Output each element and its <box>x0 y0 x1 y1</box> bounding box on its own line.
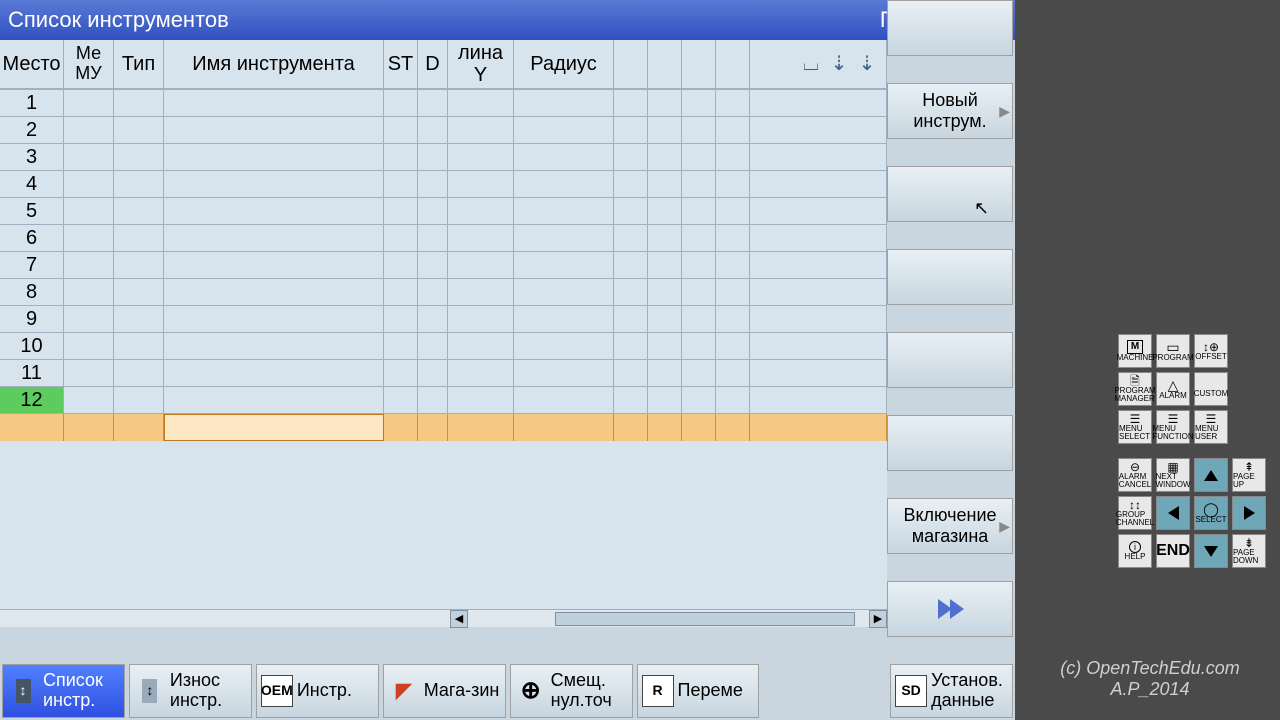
title-left: Список инструментов <box>8 7 229 33</box>
right-panel: MMACHINE ▭PROGRAM ↕⊕OFFSET 🗎PROGRAM MANA… <box>1015 0 1280 720</box>
kp-program[interactable]: ▭PROGRAM <box>1156 334 1190 368</box>
tool-name-input[interactable] <box>164 414 384 441</box>
kp-alarm-cancel[interactable]: ⊖ALARM CANCEL <box>1118 458 1152 492</box>
softkey-r3[interactable] <box>887 166 1013 222</box>
tool-table: Место Ме МУ Тип Имя инструмента ST D лин… <box>0 40 887 627</box>
col-memu: Ме МУ <box>64 40 114 88</box>
kp-next-window[interactable]: ▦NEXT WINDOW <box>1156 458 1190 492</box>
kp-program-manager[interactable]: 🗎PROGRAM MANAGER <box>1118 372 1152 406</box>
kp-custom[interactable]: CUSTOM <box>1194 372 1228 406</box>
arrow-down-icon <box>1204 546 1218 557</box>
col-mesto: Место <box>0 40 64 88</box>
table-row[interactable]: 11 <box>0 360 887 387</box>
table-row[interactable]: 6 <box>0 225 887 252</box>
keypad: MMACHINE ▭PROGRAM ↕⊕OFFSET 🗎PROGRAM MANA… <box>1118 334 1266 568</box>
softkey-r7-magazine[interactable]: Включение магазина▶ <box>887 498 1013 554</box>
table-row[interactable]: 9 <box>0 306 887 333</box>
softkeys-right: Новый инструм.▶ Включение магазина▶ <box>887 40 1015 664</box>
table-row[interactable]: 2 <box>0 117 887 144</box>
col-misc2 <box>648 40 682 88</box>
origin-icon: ⊕ <box>515 675 547 707</box>
coolant1-icon: ⇣ <box>826 51 852 77</box>
kp-help[interactable]: iHELP <box>1118 534 1152 568</box>
arrow-up-icon <box>1204 470 1218 481</box>
col-st: ST <box>384 40 418 88</box>
kp-alarm[interactable]: △ALARM <box>1156 372 1190 406</box>
softkey-b2-tool-wear[interactable]: ↕ Износ инстр. <box>129 664 252 718</box>
softkey-b3-oem-tool[interactable]: OEM Инстр. <box>256 664 379 718</box>
table-row[interactable]: 12 <box>0 387 887 414</box>
table-row[interactable]: 8 <box>0 279 887 306</box>
kp-group-channel[interactable]: ↕↕GROUP CHANNEL <box>1118 496 1152 530</box>
table-row[interactable]: 4 <box>0 171 887 198</box>
kp-up[interactable] <box>1194 458 1228 492</box>
col-tinay: лина Y <box>448 40 514 88</box>
softkey-r8-continue[interactable] <box>887 581 1013 637</box>
scroll-left-button[interactable]: ◀ <box>450 610 468 628</box>
softkey-b4-magazine[interactable]: ◤ Мага-зин <box>383 664 506 718</box>
empty-area <box>0 441 887 609</box>
table-row[interactable]: 1 <box>0 90 887 117</box>
kp-page-up[interactable]: ⇞PAGE UP <box>1232 458 1266 492</box>
scroll-right-button[interactable]: ▶ <box>869 610 887 628</box>
kp-left[interactable] <box>1156 496 1190 530</box>
softkey-r2-new-tool[interactable]: Новый инструм.▶ <box>887 83 1013 139</box>
kp-menu-user[interactable]: ☰MENU USER <box>1194 410 1228 444</box>
title-bar: Список инструментов Память ЧПУ <box>0 0 1015 40</box>
col-name: Имя инструмента <box>164 40 384 88</box>
softkey-r5[interactable] <box>887 332 1013 388</box>
coolant2-icon: ⇣ <box>854 51 880 77</box>
softkey-r6[interactable] <box>887 415 1013 471</box>
scroll-thumb[interactable] <box>555 612 855 626</box>
kp-page-down[interactable]: ⇟PAGE DOWN <box>1232 534 1266 568</box>
kp-machine[interactable]: MMACHINE <box>1118 334 1152 368</box>
arrow-left-icon <box>1168 506 1179 520</box>
horizontal-scrollbar[interactable]: ◀ ▶ <box>0 609 887 627</box>
col-misc1 <box>614 40 648 88</box>
table-row[interactable]: 7 <box>0 252 887 279</box>
col-icons: ⌴ ⇣ ⇣ <box>750 40 887 88</box>
softkey-b7-setting-data[interactable]: SD Установ. данные <box>890 664 1013 718</box>
table-row[interactable]: 10 <box>0 333 887 360</box>
seat-icon: ⌴ <box>798 51 824 77</box>
oem-icon: OEM <box>261 675 293 707</box>
sd-icon: SD <box>895 675 927 707</box>
tool-wear-icon: ↕ <box>134 675 166 707</box>
softkey-b1-tool-list[interactable]: ↕ Список инстр. <box>2 664 125 718</box>
col-d: D <box>418 40 448 88</box>
kp-offset[interactable]: ↕⊕OFFSET <box>1194 334 1228 368</box>
magazine-icon: ◤ <box>388 675 420 707</box>
column-headers: Место Ме МУ Тип Имя инструмента ST D лин… <box>0 40 887 90</box>
softkey-r4[interactable] <box>887 249 1013 305</box>
kp-end[interactable]: END <box>1156 534 1190 568</box>
input-row[interactable] <box>0 414 887 441</box>
arrow-right-icon <box>1244 506 1255 520</box>
tool-list-icon: ↕ <box>7 675 39 707</box>
chevron-right-icon: ▶ <box>999 518 1010 534</box>
kp-menu-function[interactable]: ☰MENU FUNCTION <box>1156 410 1190 444</box>
softkey-b5-work-offset[interactable]: ⊕ Смещ. нул.точ <box>510 664 633 718</box>
r-icon: R <box>642 675 674 707</box>
kp-right[interactable] <box>1232 496 1266 530</box>
table-row[interactable]: 5 <box>0 198 887 225</box>
softkey-r1[interactable] <box>887 0 1013 56</box>
softkey-b6-variable[interactable]: R Переме <box>637 664 760 718</box>
kp-select[interactable]: ◯SELECT <box>1194 496 1228 530</box>
kp-menu-select[interactable]: ☰MENU SELECT <box>1118 410 1152 444</box>
col-tip: Тип <box>114 40 164 88</box>
copyright: (c) OpenTechEdu.com A.P_2014 <box>1040 658 1260 700</box>
table-rows: 123456789101112 <box>0 90 887 414</box>
table-row[interactable]: 3 <box>0 144 887 171</box>
col-misc3 <box>682 40 716 88</box>
chevron-right-icon: ▶ <box>999 103 1010 119</box>
col-misc4 <box>716 40 750 88</box>
col-radius: Радиус <box>514 40 614 88</box>
softkeys-bottom: ↕ Список инстр. ↕ Износ инстр. OEM Инстр… <box>0 662 1015 720</box>
kp-down[interactable] <box>1194 534 1228 568</box>
